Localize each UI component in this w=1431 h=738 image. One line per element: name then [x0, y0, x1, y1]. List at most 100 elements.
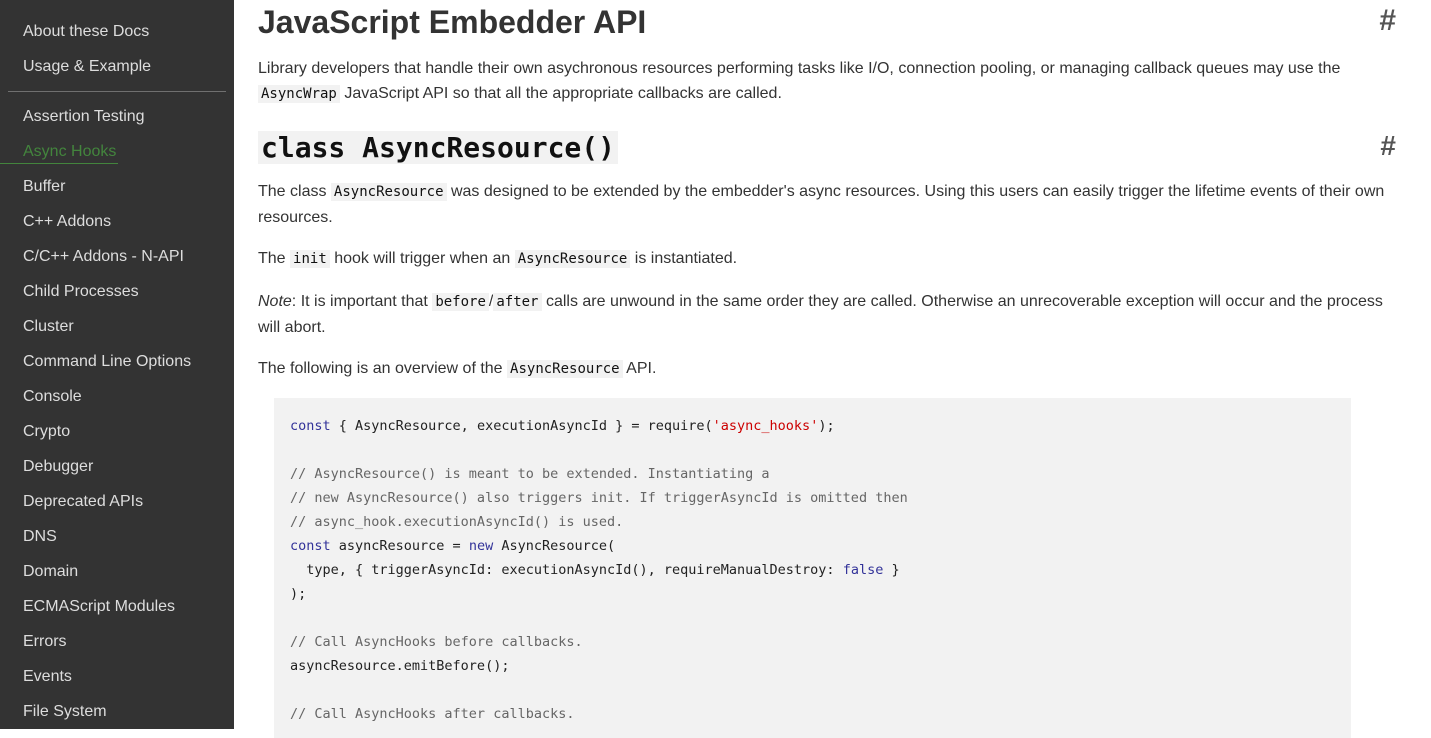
sidebar-item-ecmascript-modules[interactable]: ECMAScript Modules — [0, 589, 191, 624]
section-anchor-link[interactable]: # — [1380, 130, 1396, 162]
sidebar-link-console[interactable]: Console — [0, 379, 82, 414]
paragraph-class-description: The class AsyncResource was designed to … — [258, 179, 1398, 230]
code-line: // AsyncResource() is meant to be extend… — [290, 462, 1335, 486]
intro-text-1: Library developers that handle their own… — [258, 60, 1341, 77]
code-line: ); — [290, 582, 1335, 606]
paragraph-note: Note: It is important that before / after … — [258, 289, 1398, 340]
intro-text-2: JavaScript API so that all the appropria… — [344, 85, 782, 102]
sidebar-item-console[interactable]: Console — [0, 379, 191, 414]
sidebar-item-debugger[interactable]: Debugger — [0, 449, 191, 484]
sidebar-item-cluster[interactable]: Cluster — [0, 309, 191, 344]
sidebar-link-buffer[interactable]: Buffer — [0, 169, 65, 204]
sidebar-link-file-system[interactable]: File System — [0, 694, 107, 729]
code-line: // Call AsyncHooks before callbacks. — [290, 630, 1335, 654]
sidebar-item-buffer[interactable]: Buffer — [0, 169, 191, 204]
sidebar-link-child-processes[interactable]: Child Processes — [0, 274, 139, 309]
sidebar-link-command-line-options[interactable]: Command Line Options — [0, 344, 191, 379]
code-line: // Call AsyncHooks after callbacks. — [290, 702, 1335, 726]
code-token: ); — [818, 418, 835, 434]
sidebar-link-async-hooks[interactable]: Async Hooks — [0, 141, 119, 164]
code-line: // async_hook.executionAsyncId() is used… — [290, 510, 1335, 534]
sidebar-item-deprecated-apis[interactable]: Deprecated APIs — [0, 484, 191, 519]
p2-text-b: hook will trigger when an — [334, 250, 511, 267]
p2-text-a: The — [258, 250, 286, 267]
sidebar-divider — [8, 91, 226, 92]
sidebar-item-assertion-testing[interactable]: Assertion Testing — [0, 99, 191, 134]
sidebar-item-events[interactable]: Events — [0, 659, 191, 694]
paragraph-overview: The following is an overview of the Asyn… — [258, 356, 1398, 382]
sidebar-link-dns[interactable]: DNS — [0, 519, 57, 554]
sidebar-link-crypto[interactable]: Crypto — [0, 414, 70, 449]
p4-text-a: The following is an overview of the — [258, 360, 503, 377]
sidebar-item-async-hooks[interactable]: Async Hooks — [0, 134, 191, 169]
sidebar-item-dns[interactable]: DNS — [0, 519, 191, 554]
sidebar-link-c-c-addons-n-api[interactable]: C/C++ Addons - N-API — [0, 239, 184, 274]
code-token: new — [468, 538, 494, 554]
sidebar-link-assertion-testing[interactable]: Assertion Testing — [0, 99, 145, 134]
code-token: } — [883, 562, 900, 578]
sidebar-link-c-addons[interactable]: C++ Addons — [0, 204, 111, 239]
sidebar-link-cluster[interactable]: Cluster — [0, 309, 74, 344]
sidebar-module-list: Assertion Testing Async Hooks Buffer C++ Ad… — [0, 99, 191, 729]
page-title-text: JavaScript Embedder API — [258, 4, 647, 40]
code-token: false — [842, 562, 884, 578]
paragraph-init-hook: The init hook will trigger when an Async… — [258, 246, 1398, 272]
code-token: ); — [290, 586, 307, 602]
sidebar-item-crypto[interactable]: Crypto — [0, 414, 191, 449]
code-token: // Call AsyncHooks after callbacks. — [290, 706, 575, 722]
sidebar-link-domain[interactable]: Domain — [0, 554, 78, 589]
intro-paragraph: Library developers that handle their own… — [258, 56, 1398, 107]
code-token: // AsyncResource() is meant to be extend… — [290, 466, 770, 482]
sidebar-item-c-addons[interactable]: C++ Addons — [0, 204, 191, 239]
code-token: // Call AsyncHooks before callbacks. — [290, 634, 583, 650]
p1-code: AsyncResource — [330, 183, 447, 201]
sidebar-item-domain[interactable]: Domain — [0, 554, 191, 589]
sidebar-link-debugger[interactable]: Debugger — [0, 449, 93, 484]
code-line: const asyncResource = new AsyncResource( — [290, 534, 1335, 558]
sidebar-item-c-c-addons-n-api[interactable]: C/C++ Addons - N-API — [0, 239, 191, 274]
section-heading-asyncresource: class AsyncResource() — [258, 130, 619, 166]
code-token: asyncResource.emitBefore(); — [290, 658, 510, 674]
sidebar-link-errors[interactable]: Errors — [0, 624, 67, 659]
page-title: JavaScript Embedder API — [258, 2, 646, 42]
code-token: type, { triggerAsyncId: executionAsyncId… — [290, 562, 843, 578]
code-token: { AsyncResource, executionAsyncId } = re… — [330, 418, 713, 434]
sidebar-link-events[interactable]: Events — [0, 659, 72, 694]
p1-text-a: The class — [258, 183, 327, 200]
code-token: // new AsyncResource() also triggers ini… — [290, 490, 908, 506]
p3-code-after: after — [493, 293, 542, 311]
code-token: const — [290, 538, 331, 554]
code-line: const { AsyncResource, executionAsyncId … — [290, 414, 1335, 438]
sidebar-item-usage[interactable]: Usage & Example — [0, 49, 151, 84]
sidebar-item-command-line-options[interactable]: Command Line Options — [0, 344, 191, 379]
sidebar-item-file-system[interactable]: File System — [0, 694, 191, 729]
sidebar-item-child-processes[interactable]: Child Processes — [0, 274, 191, 309]
sidebar-item-errors[interactable]: Errors — [0, 624, 191, 659]
code-token: const — [290, 418, 331, 434]
p2-code-asyncresource: AsyncResource — [514, 250, 631, 268]
code-example-block: const { AsyncResource, executionAsyncId … — [274, 398, 1351, 738]
p3-code-before: before — [432, 293, 489, 311]
p3-text-a: : It is important that — [291, 293, 428, 310]
sidebar-link-about[interactable]: About these Docs — [0, 14, 149, 49]
sidebar-link-deprecated-apis[interactable]: Deprecated APIs — [0, 484, 143, 519]
sidebar-item-about[interactable]: About these Docs — [0, 14, 151, 49]
title-anchor-link[interactable]: # — [1379, 4, 1396, 38]
sidebar-link-usage[interactable]: Usage & Example — [0, 49, 151, 84]
code-line: type, { triggerAsyncId: executionAsyncId… — [290, 558, 1335, 582]
sidebar-top-list: About these Docs Usage & Example — [0, 14, 151, 84]
p4-code: AsyncResource — [507, 360, 623, 378]
intro-code-asyncwrap: AsyncWrap — [258, 85, 340, 103]
p2-code-init: init — [290, 250, 330, 268]
note-label: Note — [258, 293, 292, 310]
code-token: AsyncResource( — [493, 538, 616, 554]
code-token: 'async_hooks' — [712, 418, 819, 434]
sidebar: About these Docs Usage & Example Asserti… — [0, 0, 234, 729]
section-heading-code: class AsyncResource() — [258, 131, 619, 164]
code-line: // new AsyncResource() also triggers ini… — [290, 486, 1335, 510]
sidebar-link-ecmascript-modules[interactable]: ECMAScript Modules — [0, 589, 175, 624]
code-token: // async_hook.executionAsyncId() is used… — [290, 514, 624, 530]
